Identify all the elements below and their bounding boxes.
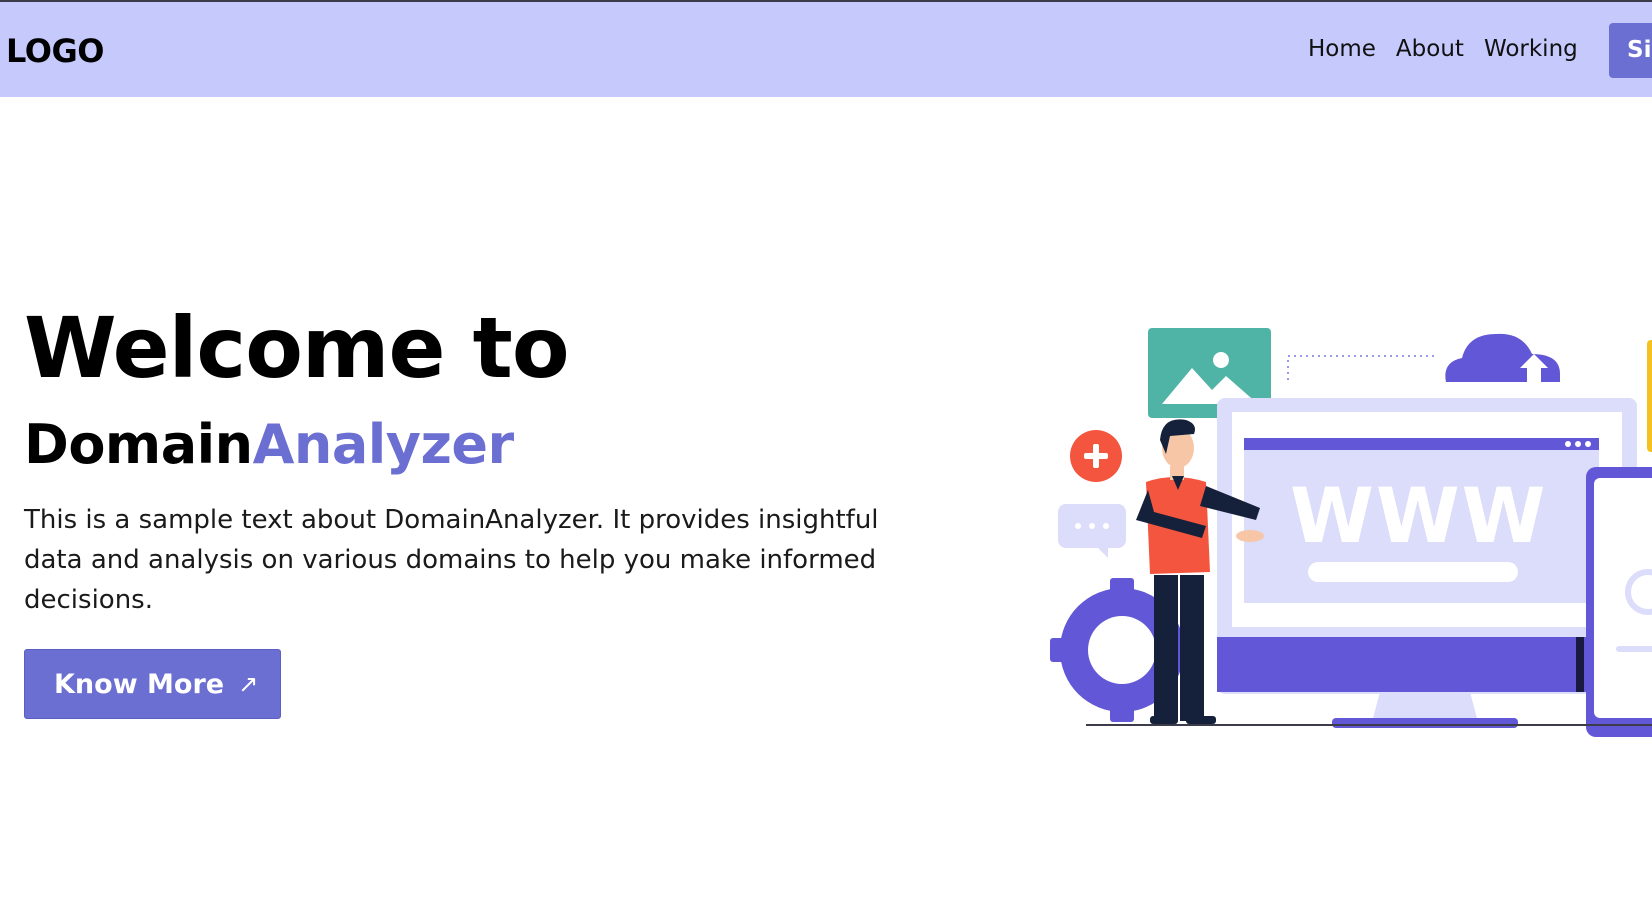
cloud-upload-icon <box>1445 333 1560 382</box>
hero-title: Welcome to <box>24 299 570 397</box>
nav-link-about[interactable]: About <box>1396 36 1464 62</box>
know-more-label: Know More <box>54 668 225 700</box>
know-more-button[interactable]: Know More ↗ <box>24 649 281 719</box>
nav-links: Home About Working <box>1308 36 1598 62</box>
hero-illustration: WWW <box>1050 328 1652 737</box>
hero-description: This is a sample text about DomainAnalyz… <box>24 505 879 615</box>
phone-icon <box>1586 467 1652 737</box>
nav-link-working[interactable]: Working <box>1484 36 1578 62</box>
navbar: LOGO Home About Working Si <box>0 2 1652 97</box>
brand-name-analyzer: Analyzer <box>252 413 515 476</box>
plus-badge-icon <box>1070 430 1122 482</box>
arrow-up-right-icon: ↗ <box>238 670 259 698</box>
nav-link-home[interactable]: Home <box>1308 36 1376 62</box>
hero-brand-name: DomainAnalyzer <box>24 418 514 472</box>
monitor-icon: WWW <box>1217 398 1637 728</box>
chat-bubble-icon <box>1058 504 1126 558</box>
brand-name-domain: Domain <box>24 413 253 476</box>
logo[interactable]: LOGO <box>6 32 104 70</box>
dotted-line <box>1287 355 1436 380</box>
signin-button[interactable]: Si <box>1609 23 1652 78</box>
yellow-card <box>1647 340 1652 452</box>
www-text: WWW <box>1290 471 1548 560</box>
